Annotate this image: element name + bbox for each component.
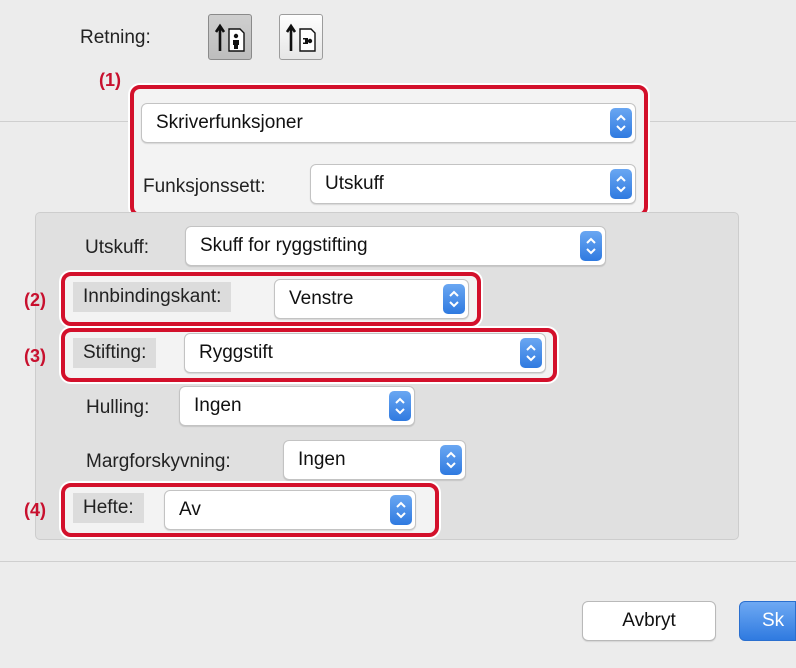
panel-menu-popup[interactable]: Skriverfunksjoner bbox=[141, 103, 636, 143]
callout-number-3: (3) bbox=[24, 346, 46, 366]
chevron-updown-icon bbox=[520, 338, 542, 368]
booklet-popup[interactable]: Av bbox=[164, 490, 416, 530]
callout-number-1: (1) bbox=[99, 70, 121, 90]
margin-shift-value: Ingen bbox=[298, 449, 346, 470]
booklet-label: Hefte: bbox=[73, 493, 144, 523]
feature-set-value: Utskuff bbox=[325, 173, 384, 194]
panel-menu-value: Skriverfunksjoner bbox=[156, 112, 303, 133]
chevron-updown-icon bbox=[610, 169, 632, 199]
callout-number-2: (2) bbox=[24, 290, 46, 310]
stapling-popup[interactable]: Ryggstift bbox=[184, 333, 546, 373]
punch-value: Ingen bbox=[194, 395, 242, 416]
binding-edge-popup[interactable]: Venstre bbox=[274, 279, 469, 319]
margin-shift-label: Margforskyvning: bbox=[86, 451, 231, 472]
portrait-orientation-button[interactable] bbox=[208, 14, 252, 60]
chevron-updown-icon bbox=[440, 445, 462, 475]
chevron-updown-icon bbox=[389, 391, 411, 421]
punch-popup[interactable]: Ingen bbox=[179, 386, 415, 426]
print-button[interactable]: Sk bbox=[739, 601, 796, 641]
stapling-value: Ryggstift bbox=[199, 342, 273, 363]
chevron-updown-icon bbox=[390, 495, 412, 525]
landscape-orientation-button[interactable] bbox=[279, 14, 323, 60]
chevron-updown-icon bbox=[443, 284, 465, 314]
stapling-label: Stifting: bbox=[73, 338, 157, 368]
portrait-orientation-icon bbox=[214, 23, 245, 52]
feature-set-label: Funksjonssett: bbox=[143, 176, 266, 197]
bottom-divider bbox=[0, 561, 796, 562]
feature-set-popup[interactable]: Utskuff bbox=[310, 164, 636, 204]
binding-edge-value: Venstre bbox=[289, 288, 354, 309]
cancel-button[interactable]: Avbryt bbox=[582, 601, 716, 641]
orientation-label: Retning: bbox=[80, 27, 151, 48]
output-tray-value: Skuff for ryggstifting bbox=[200, 235, 368, 256]
landscape-orientation-icon bbox=[285, 23, 316, 52]
binding-edge-label: Innbindingskant: bbox=[73, 282, 232, 312]
margin-shift-popup[interactable]: Ingen bbox=[283, 440, 466, 480]
callout-number-4: (4) bbox=[24, 500, 46, 520]
output-tray-popup[interactable]: Skuff for ryggstifting bbox=[185, 226, 606, 266]
booklet-value: Av bbox=[179, 499, 201, 520]
chevron-updown-icon bbox=[610, 108, 632, 138]
output-tray-label: Utskuff: bbox=[85, 237, 150, 258]
chevron-updown-icon bbox=[580, 231, 602, 261]
punch-label: Hulling: bbox=[86, 397, 150, 418]
